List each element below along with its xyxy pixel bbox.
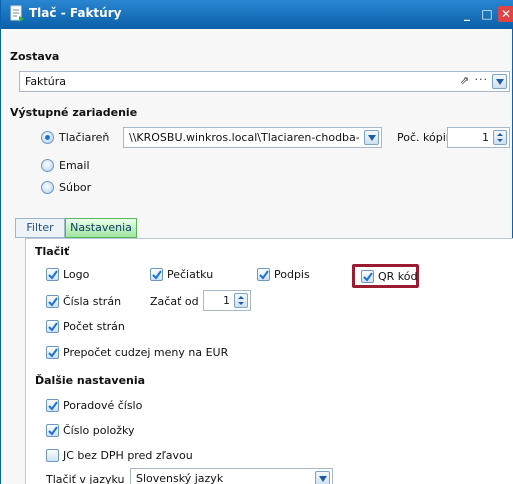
page-numbers-label: Čísla strán	[63, 295, 122, 308]
currency-conversion-checkbox[interactable]	[46, 346, 59, 359]
copies-label: Poč. kópií	[397, 131, 449, 144]
unit-price-no-vat-label: JC bez DPH pred zľavou	[63, 449, 193, 462]
start-from-stepper[interactable]: 1	[203, 290, 251, 311]
page-count-checkbox[interactable]	[46, 320, 59, 333]
maximize-button[interactable]: □	[479, 6, 495, 22]
printer-radio[interactable]	[41, 131, 54, 144]
tab-filter[interactable]: Filter	[15, 218, 65, 238]
title-bar[interactable]: Tlač - Faktúry _ □ ✕	[1, 0, 513, 29]
stamp-label: Pečiatku	[167, 268, 214, 281]
logo-label: Logo	[63, 268, 90, 281]
more-options-icon[interactable]: ···	[475, 73, 489, 86]
spin-arrows-icon[interactable]	[493, 130, 507, 145]
file-radio-label: Súbor	[59, 181, 92, 194]
page-count-label: Počet strán	[63, 320, 125, 333]
document-print-icon	[10, 5, 24, 22]
seq-number-label: Poradové číslo	[63, 399, 143, 412]
print-dialog: Tlač - Faktúry _ □ ✕ Zostava Faktúra ⇗ ·…	[0, 0, 513, 484]
item-number-label: Číslo položky	[63, 424, 135, 437]
qr-code-checkbox[interactable]	[361, 270, 374, 283]
printer-path: \\KROSBU.winkros.local\Tlaciaren-chodba-…	[129, 131, 359, 144]
item-number-checkbox[interactable]	[46, 424, 59, 437]
chevron-down-icon[interactable]	[315, 471, 330, 484]
email-radio-label: Email	[59, 159, 90, 172]
chevron-down-icon[interactable]	[364, 130, 379, 145]
currency-conversion-label: Prepočet cudzej meny na EUR	[63, 346, 229, 359]
unit-price-no-vat-checkbox[interactable]	[46, 449, 59, 462]
start-from-label: Začať od	[150, 295, 199, 308]
print-language-select[interactable]: Slovenský jazyk	[130, 468, 333, 484]
file-radio[interactable]	[41, 181, 54, 194]
email-radio[interactable]	[41, 159, 54, 172]
chevron-down-icon[interactable]	[492, 74, 507, 89]
minimize-button[interactable]: _	[459, 6, 475, 22]
print-section-label: Tlačiť	[35, 245, 70, 258]
window-title: Tlač - Faktúry	[29, 6, 122, 20]
page-numbers-checkbox[interactable]	[46, 295, 59, 308]
open-report-icon[interactable]: ⇗	[460, 74, 469, 87]
seq-number-checkbox[interactable]	[46, 399, 59, 412]
signature-checkbox[interactable]	[257, 268, 270, 281]
copies-stepper[interactable]: 1	[447, 127, 510, 148]
tab-settings[interactable]: Nastavenia	[65, 218, 137, 238]
close-button[interactable]: ✕	[498, 6, 513, 22]
logo-checkbox[interactable]	[46, 268, 59, 281]
report-value: Faktúra	[25, 75, 66, 88]
signature-label: Podpis	[274, 268, 310, 281]
copies-value: 1	[482, 131, 489, 144]
print-language-value: Slovenský jazyk	[136, 472, 224, 484]
qr-code-label: QR kód	[378, 270, 418, 283]
output-device-label: Výstupné zariadenie	[10, 106, 138, 119]
printer-select[interactable]: \\KROSBU.winkros.local\Tlaciaren-chodba-…	[123, 127, 382, 148]
report-select[interactable]: Faktúra ⇗ ···	[19, 71, 510, 92]
print-language-label: Tlačiť v jazyku	[46, 473, 125, 484]
start-from-value: 1	[223, 294, 230, 307]
spin-arrows-icon[interactable]	[234, 293, 248, 308]
stamp-checkbox[interactable]	[150, 268, 163, 281]
more-settings-label: Ďalšie nastavenia	[35, 374, 146, 387]
report-label: Zostava	[10, 50, 60, 63]
printer-radio-label: Tlačiareň	[59, 131, 110, 144]
